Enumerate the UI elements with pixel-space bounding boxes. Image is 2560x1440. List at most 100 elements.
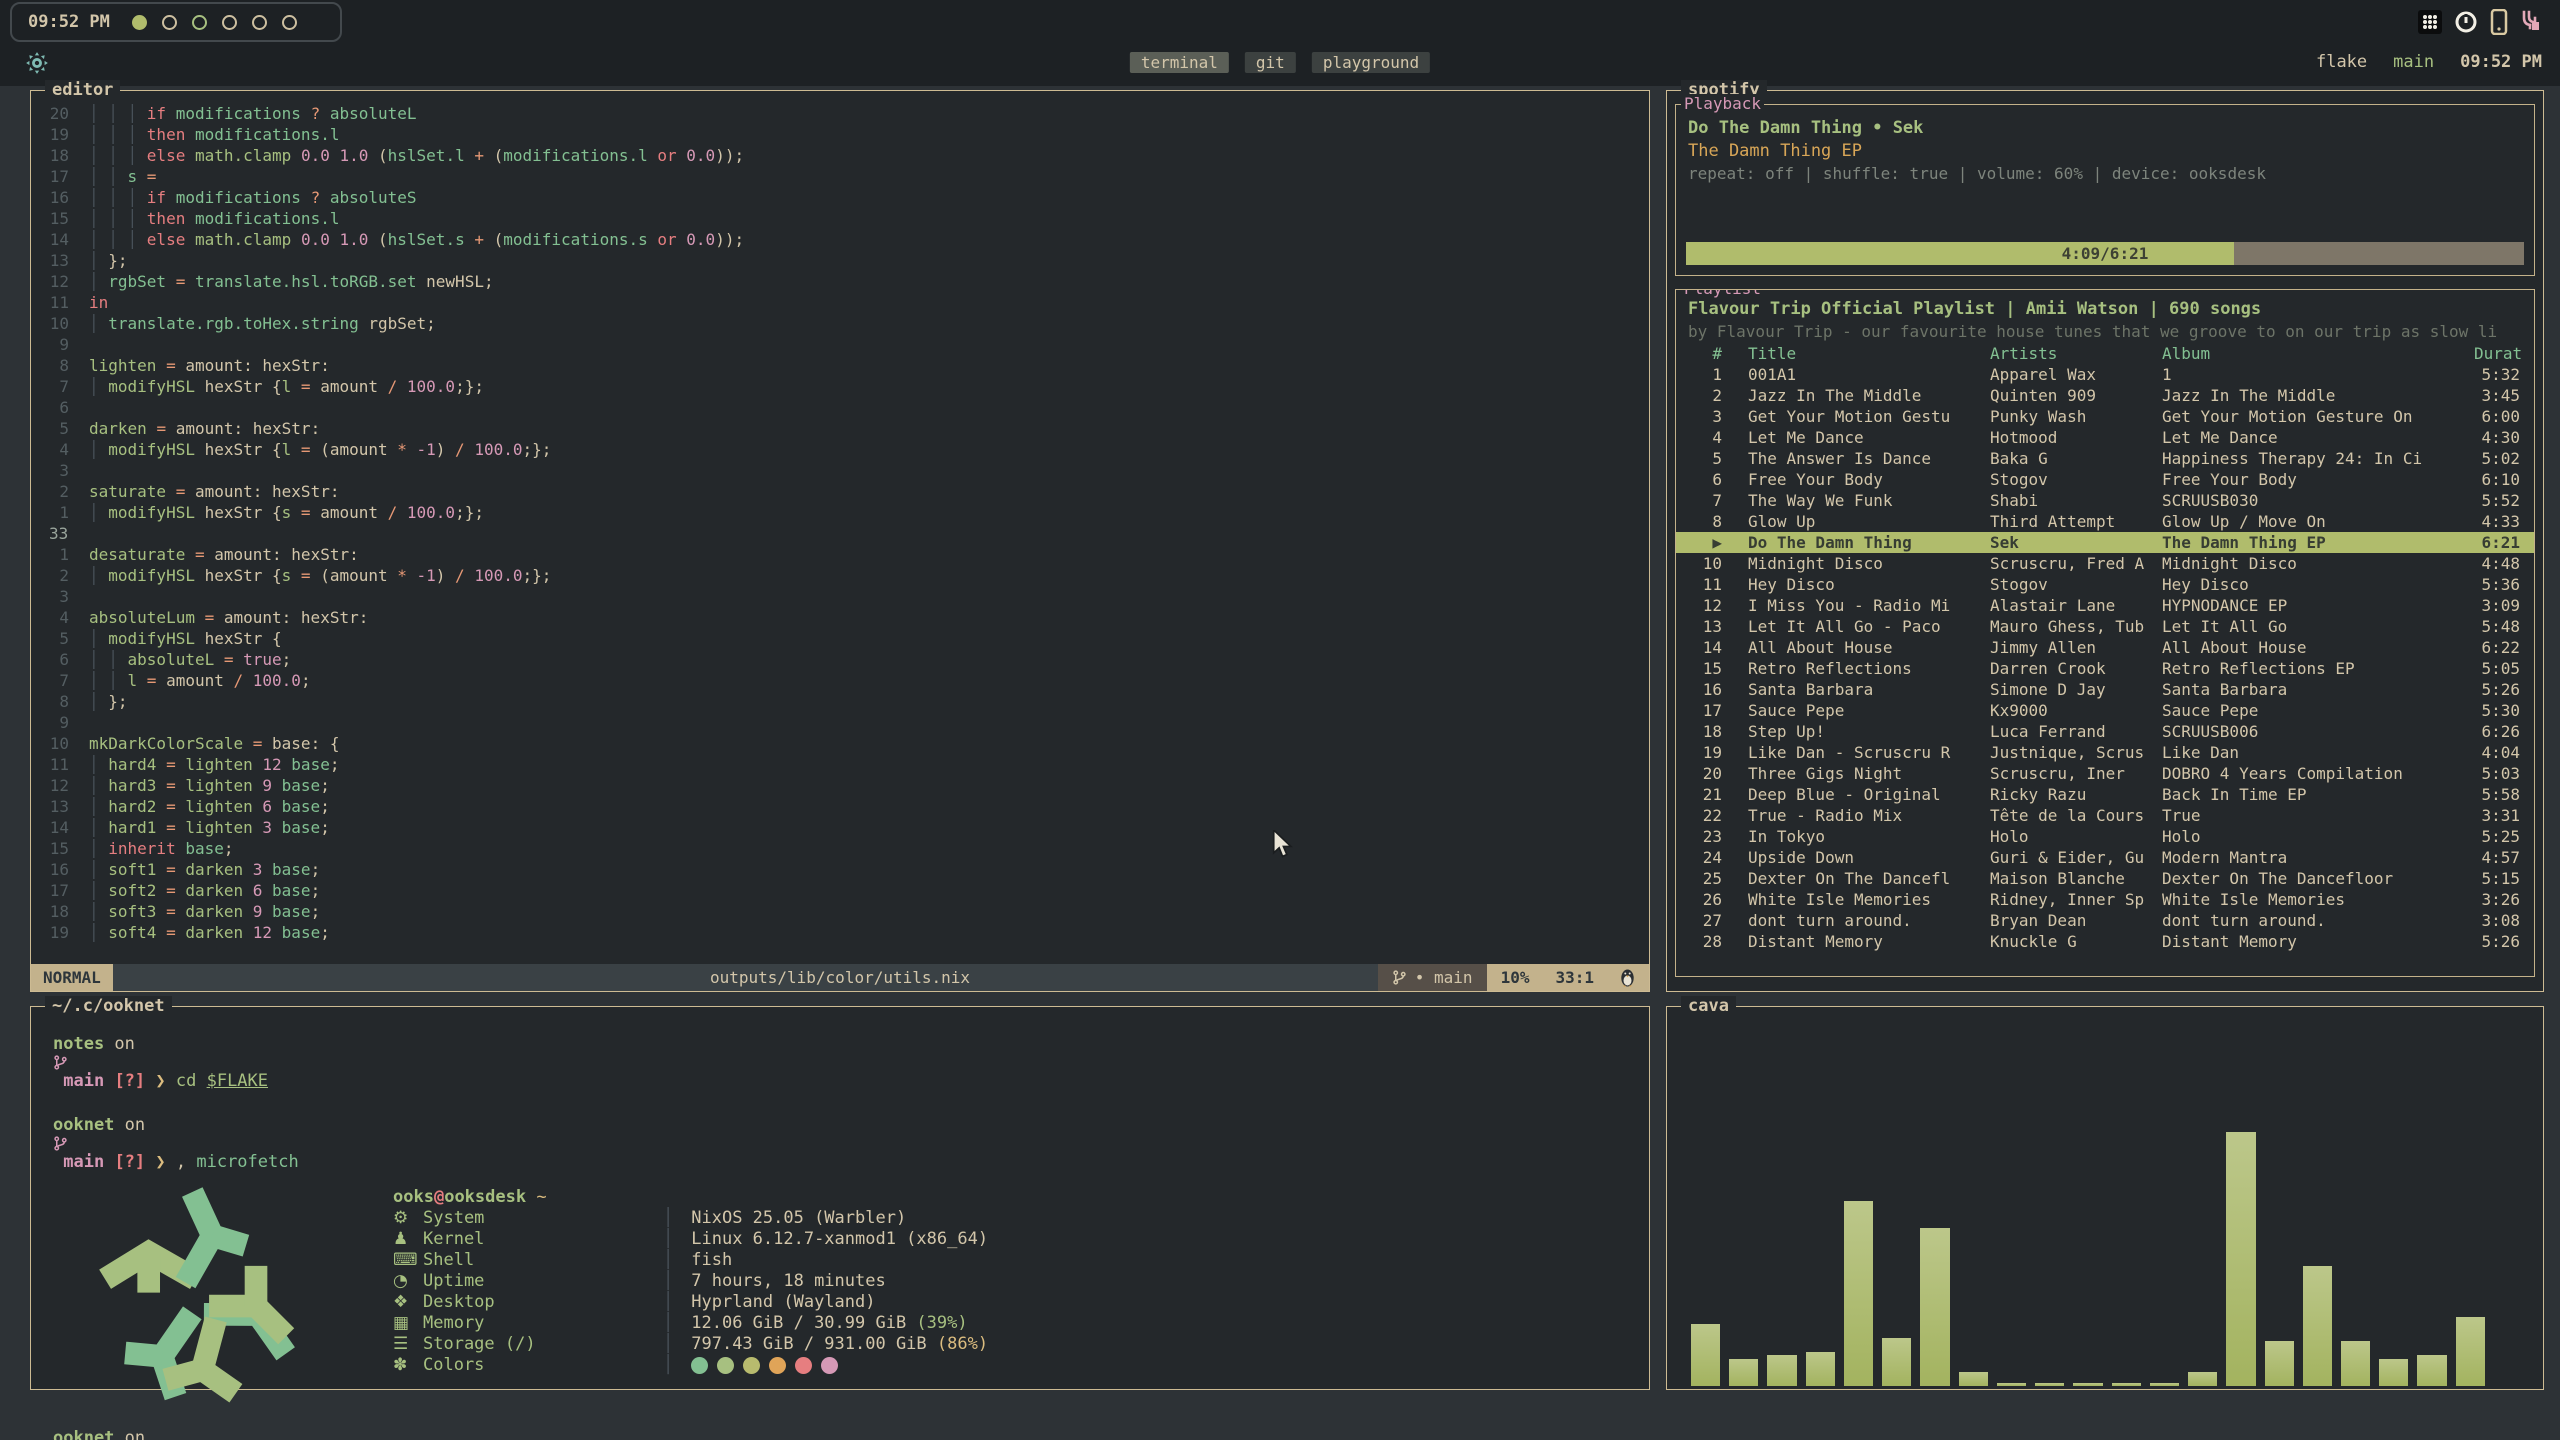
playlist-row[interactable]: 15Retro ReflectionsDarren CrookRetro Ref…: [1676, 658, 2534, 679]
code-area[interactable]: 20│ │ │ if modifications ? absoluteL19│ …: [31, 103, 1645, 961]
line-number: 13: [31, 250, 89, 271]
code-line[interactable]: 12│ hard3 = lighten 9 base;: [31, 775, 1645, 796]
code-line[interactable]: 17│ soft2 = darken 6 base;: [31, 880, 1645, 901]
playlist-row[interactable]: 20Three Gigs NightScruscru, InerDOBRO 4 …: [1676, 763, 2534, 784]
code-line[interactable]: 10mkDarkColorScale = base: {: [31, 733, 1645, 754]
playlist-row[interactable]: 5The Answer Is DanceBaka GHappiness Ther…: [1676, 448, 2534, 469]
code-line[interactable]: 15│ inherit base;: [31, 838, 1645, 859]
code-line[interactable]: 16│ soft1 = darken 3 base;: [31, 859, 1645, 880]
tag-git[interactable]: git: [1245, 52, 1296, 73]
workspace-dot-active[interactable]: [132, 15, 147, 30]
playlist-row[interactable]: 14All About HouseJimmy AllenAll About Ho…: [1676, 637, 2534, 658]
playlist-row[interactable]: 27dont turn around.Bryan Deandont turn a…: [1676, 910, 2534, 931]
code-line[interactable]: 4absoluteLum = amount: hexStr:: [31, 607, 1645, 628]
workspace-dot-empty[interactable]: [162, 15, 177, 30]
playlist-row[interactable]: 25Dexter On The DanceflMaison BlancheDex…: [1676, 868, 2534, 889]
code-line[interactable]: 33: [31, 523, 1645, 544]
code-line[interactable]: 2│ modifyHSL hexStr {s = (amount * -1) /…: [31, 565, 1645, 586]
playlist-row[interactable]: 10Midnight DiscoScruscru, Fred AMidnight…: [1676, 553, 2534, 574]
code-line[interactable]: 1│ modifyHSL hexStr {s = amount / 100.0;…: [31, 502, 1645, 523]
code-line[interactable]: 13│ hard2 = lighten 6 base;: [31, 796, 1645, 817]
playlist-row-current[interactable]: ▶Do The Damn ThingSekThe Damn Thing EP6:…: [1676, 532, 2534, 553]
code-line[interactable]: 1desaturate = amount: hexStr:: [31, 544, 1645, 565]
playlist-row[interactable]: 19Like Dan - Scruscru RJustnique, ScrusL…: [1676, 742, 2534, 763]
playlist-row[interactable]: 7The Way We FunkShabiSCRUUSB0305:52: [1676, 490, 2534, 511]
code-line[interactable]: 9: [31, 334, 1645, 355]
playlist-row[interactable]: 26White Isle MemoriesRidney, Inner SpWhi…: [1676, 889, 2534, 910]
line-number: 15: [31, 838, 89, 859]
code-line[interactable]: 14│ hard1 = lighten 3 base;: [31, 817, 1645, 838]
playlist-row[interactable]: 2Jazz In The MiddleQuinten 909Jazz In Th…: [1676, 385, 2534, 406]
playlist-row[interactable]: 24Upside DownGuri & Eider, GuModern Mant…: [1676, 847, 2534, 868]
playback-progress-bar[interactable]: 4:09/6:21: [1686, 242, 2524, 265]
code-line[interactable]: 14│ │ │ else math.clamp 0.0 1.0 (hslSet.…: [31, 229, 1645, 250]
playlist-row[interactable]: 13Let It All Go - PacoMauro Ghess, TubLe…: [1676, 616, 2534, 637]
playlist-row[interactable]: 18Step Up!Luca FerrandSCRUUSB0066:26: [1676, 721, 2534, 742]
workspace-dot-empty[interactable]: [282, 15, 297, 30]
tag-terminal[interactable]: terminal: [1130, 52, 1229, 73]
cava-bar: [1691, 1324, 1720, 1386]
tag-playground[interactable]: playground: [1312, 52, 1430, 73]
workspace-dot-occupied[interactable]: [192, 15, 207, 30]
playlist-row[interactable]: 28Distant MemoryKnuckle GDistant Memory5…: [1676, 931, 2534, 952]
playlist-row[interactable]: 4Let Me DanceHotmoodLet Me Dance4:30: [1676, 427, 2534, 448]
terminal-window[interactable]: ~/.c/ooknet notes on main [?] ❯ cd $FLAK…: [30, 1006, 1650, 1390]
cava-bar: [2188, 1372, 2217, 1386]
playlist-row[interactable]: 23In TokyoHoloHolo5:25: [1676, 826, 2534, 847]
code-line[interactable]: 5darken = amount: hexStr:: [31, 418, 1645, 439]
line-number: 8: [31, 691, 89, 712]
code-line[interactable]: 6│ │ absoluteL = true;: [31, 649, 1645, 670]
code-line[interactable]: 7│ modifyHSL hexStr {l = amount / 100.0;…: [31, 376, 1645, 397]
playlist-row[interactable]: 22True - Radio MixTête de la CoursTrue3:…: [1676, 805, 2534, 826]
playlist-description: by Flavour Trip - our favourite house tu…: [1676, 321, 2534, 343]
gear-icon: ⚙: [393, 1208, 423, 1229]
code-line[interactable]: 18│ soft3 = darken 9 base;: [31, 901, 1645, 922]
code-line[interactable]: 16│ │ │ if modifications ? absoluteS: [31, 187, 1645, 208]
claw-icon[interactable]: [2520, 10, 2544, 34]
code-line[interactable]: 6: [31, 397, 1645, 418]
code-line[interactable]: 3: [31, 460, 1645, 481]
code-line[interactable]: 20│ │ │ if modifications ? absoluteL: [31, 103, 1645, 124]
workspace-dot-empty[interactable]: [222, 15, 237, 30]
playlist-header-row: #TitleArtistsAlbumDurat: [1676, 343, 2534, 364]
line-number: 8: [31, 355, 89, 376]
code-line[interactable]: 19│ │ │ then modifications.l: [31, 124, 1645, 145]
code-line[interactable]: 3: [31, 586, 1645, 607]
playlist-row[interactable]: 11Hey DiscoStogovHey Disco5:36: [1676, 574, 2534, 595]
playlist-row[interactable]: 21Deep Blue - OriginalRicky RazuBack In …: [1676, 784, 2534, 805]
playlist-row[interactable]: 3Get Your Motion GestuPunky WashGet Your…: [1676, 406, 2534, 427]
app-grid-icon[interactable]: [2418, 10, 2442, 34]
system-tray: [2418, 8, 2544, 36]
code-line[interactable]: 5│ modifyHSL hexStr {: [31, 628, 1645, 649]
fetch-row-memory: ▦Memory│12.06 GiB / 30.99 GiB (39%): [393, 1313, 988, 1334]
power-icon[interactable]: [2454, 10, 2478, 34]
playlist-row[interactable]: 17Sauce PepeKx9000Sauce Pepe5:30: [1676, 700, 2534, 721]
code-line[interactable]: 13│ };: [31, 250, 1645, 271]
playlist-row[interactable]: 1001A1Apparel Wax15:32: [1676, 364, 2534, 385]
playlist-row[interactable]: 16Santa BarbaraSimone D JaySanta Barbara…: [1676, 679, 2534, 700]
code-line[interactable]: 11│ hard4 = lighten 12 base;: [31, 754, 1645, 775]
code-line[interactable]: 12│ rgbSet = translate.hsl.toRGB.set new…: [31, 271, 1645, 292]
code-line[interactable]: 4│ modifyHSL hexStr {l = (amount * -1) /…: [31, 439, 1645, 460]
playlist-panel-label: Playlist: [1681, 289, 1764, 299]
code-line[interactable]: 8lighten = amount: hexStr:: [31, 355, 1645, 376]
code-line[interactable]: 17│ │ s =: [31, 166, 1645, 187]
code-line[interactable]: 2saturate = amount: hexStr:: [31, 481, 1645, 502]
playlist-row[interactable]: 8Glow UpThird AttemptGlow Up / Move On4:…: [1676, 511, 2534, 532]
workspace-dot-empty[interactable]: [252, 15, 267, 30]
playlist-row[interactable]: 6Free Your BodyStogovFree Your Body6:10: [1676, 469, 2534, 490]
phone-icon[interactable]: [2490, 9, 2508, 35]
shell-prompt-line[interactable]: ooknet on main [?] ❯: [53, 1427, 1649, 1440]
code-line[interactable]: 18│ │ │ else math.clamp 0.0 1.0 (hslSet.…: [31, 145, 1645, 166]
git-branch-icon: [1392, 970, 1407, 985]
code-line[interactable]: 15│ │ │ then modifications.l: [31, 208, 1645, 229]
playlist-row[interactable]: 12I Miss You - Radio MiAlastair LaneHYPN…: [1676, 595, 2534, 616]
flake-gear-icon[interactable]: [24, 50, 50, 76]
code-line[interactable]: 9: [31, 712, 1645, 733]
code-line[interactable]: 7│ │ l = amount / 100.0;: [31, 670, 1645, 691]
code-line[interactable]: 19│ soft4 = darken 12 base;: [31, 922, 1645, 943]
code-line[interactable]: 10│ translate.rgb.toHex.string rgbSet;: [31, 313, 1645, 334]
storage-icon: ☰: [393, 1334, 423, 1355]
code-line[interactable]: 11in: [31, 292, 1645, 313]
code-line[interactable]: 8│ };: [31, 691, 1645, 712]
